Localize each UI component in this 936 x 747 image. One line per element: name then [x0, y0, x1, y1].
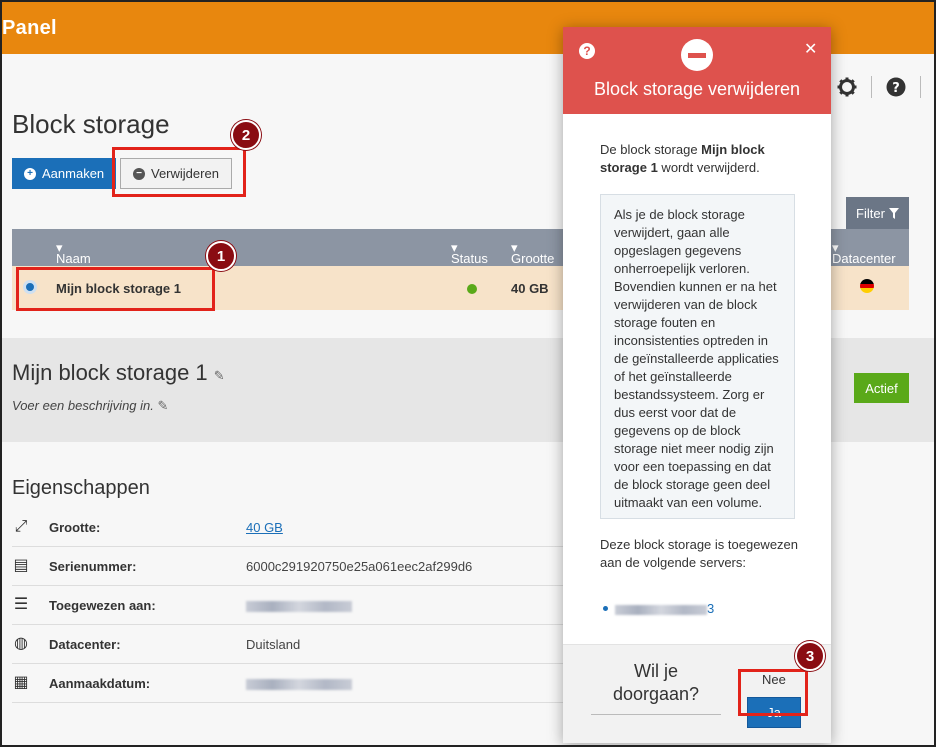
page-title: Block storage	[12, 109, 170, 139]
callout-badge-1: 1	[206, 241, 236, 271]
column-header-status[interactable]: Status ▾	[451, 240, 488, 266]
funnel-icon	[888, 207, 899, 219]
question-circle-icon[interactable]: ?	[579, 43, 595, 59]
column-header-size[interactable]: Grootte ▾	[511, 240, 554, 266]
pencil-icon[interactable]: ✎	[214, 368, 225, 383]
callout-badge-2: 2	[231, 120, 261, 150]
description-field[interactable]: Voer een beschrijving in. ✎	[12, 398, 168, 414]
dialog-intro: De block storage Mijn block storage 1 wo…	[600, 142, 765, 175]
property-value: Duitsland	[246, 637, 301, 652]
property-label: Serienummer:	[49, 559, 137, 574]
callout-box-row	[16, 267, 215, 311]
plus-circle-icon: +	[24, 167, 36, 180]
detail-title[interactable]: Mijn block storage 1 ✎	[12, 360, 225, 386]
resize-arrows-icon: ⤢	[14, 518, 28, 535]
delete-dialog: ? ✕ Block storage verwijderen De block s…	[563, 27, 831, 743]
id-card-icon: ▤	[13, 557, 29, 574]
pencil-icon[interactable]: ✎	[158, 398, 169, 413]
property-value: 6000c291920750e25a061eec2af299d6	[246, 559, 473, 574]
callout-badge-3: 3	[795, 641, 825, 671]
row-size: 40 GB	[511, 281, 549, 296]
svg-text:?: ?	[892, 81, 900, 96]
header-divider	[920, 76, 921, 98]
column-header-name[interactable]: Naam ▾	[56, 240, 91, 266]
filter-button-label: Filter	[856, 205, 885, 221]
close-icon[interactable]: ✕	[804, 39, 817, 59]
property-row-size: ⤢ Grootte: 40 GB	[12, 508, 572, 547]
property-label: Grootte:	[49, 520, 101, 535]
question-circle-icon[interactable]: ?	[886, 77, 906, 97]
confirm-question: Wil je doorgaan?	[591, 660, 721, 715]
assigned-server-redacted[interactable]	[246, 598, 352, 613]
status-dot	[467, 284, 477, 294]
dialog-header: ? ✕ Block storage verwijderen	[563, 27, 831, 114]
assigned-servers-text: Deze block storage is toegewezen aan de …	[600, 537, 799, 570]
bullet	[603, 606, 608, 611]
property-row-created: ▦ Aanmaakdatum:	[12, 664, 572, 703]
header-divider	[871, 76, 872, 98]
server-list-icon: ☰	[13, 596, 29, 613]
create-button-label: Aanmaken	[42, 166, 105, 181]
dialog-title: Block storage verwijderen	[593, 79, 801, 99]
property-value-size-link[interactable]: 40 GB	[246, 520, 283, 535]
property-row-assigned: ☰ Toegewezen aan:	[12, 586, 572, 625]
assigned-server-link[interactable]: 3	[603, 601, 714, 616]
created-date-redacted	[246, 676, 352, 691]
property-label: Aanmaakdatum:	[49, 676, 151, 691]
create-button[interactable]: + Aanmaken	[12, 158, 116, 189]
callout-box-confirm	[738, 669, 808, 716]
property-label: Toegewezen aan:	[49, 598, 156, 613]
filter-button[interactable]: Filter	[846, 197, 909, 229]
germany-flag-icon	[860, 279, 874, 293]
property-label: Datacenter:	[49, 637, 121, 652]
brand-name: Panel	[2, 17, 57, 39]
globe-icon: ◍	[14, 635, 28, 652]
screenshot-frame: Panel ? Block storage + Aanmaken − Verwi…	[0, 0, 936, 747]
column-header-datacenter[interactable]: Datacenter ▾	[832, 240, 896, 266]
calendar-icon: ▦	[13, 674, 29, 691]
no-entry-icon	[681, 39, 713, 71]
properties-title: Eigenschappen	[12, 477, 150, 499]
header-tools: ?	[837, 76, 921, 98]
callout-box-delete	[112, 147, 246, 197]
warning-box: Als je de block storage verwijdert, gaan…	[600, 194, 795, 519]
property-row-serial: ▤ Serienummer: 6000c291920750e25a061eec2…	[12, 547, 572, 586]
server-name-redacted: 3	[615, 601, 714, 616]
gear-icon[interactable]	[837, 77, 857, 97]
property-row-datacenter: ◍ Datacenter: Duitsland	[12, 625, 572, 664]
status-badge: Actief	[854, 373, 909, 403]
